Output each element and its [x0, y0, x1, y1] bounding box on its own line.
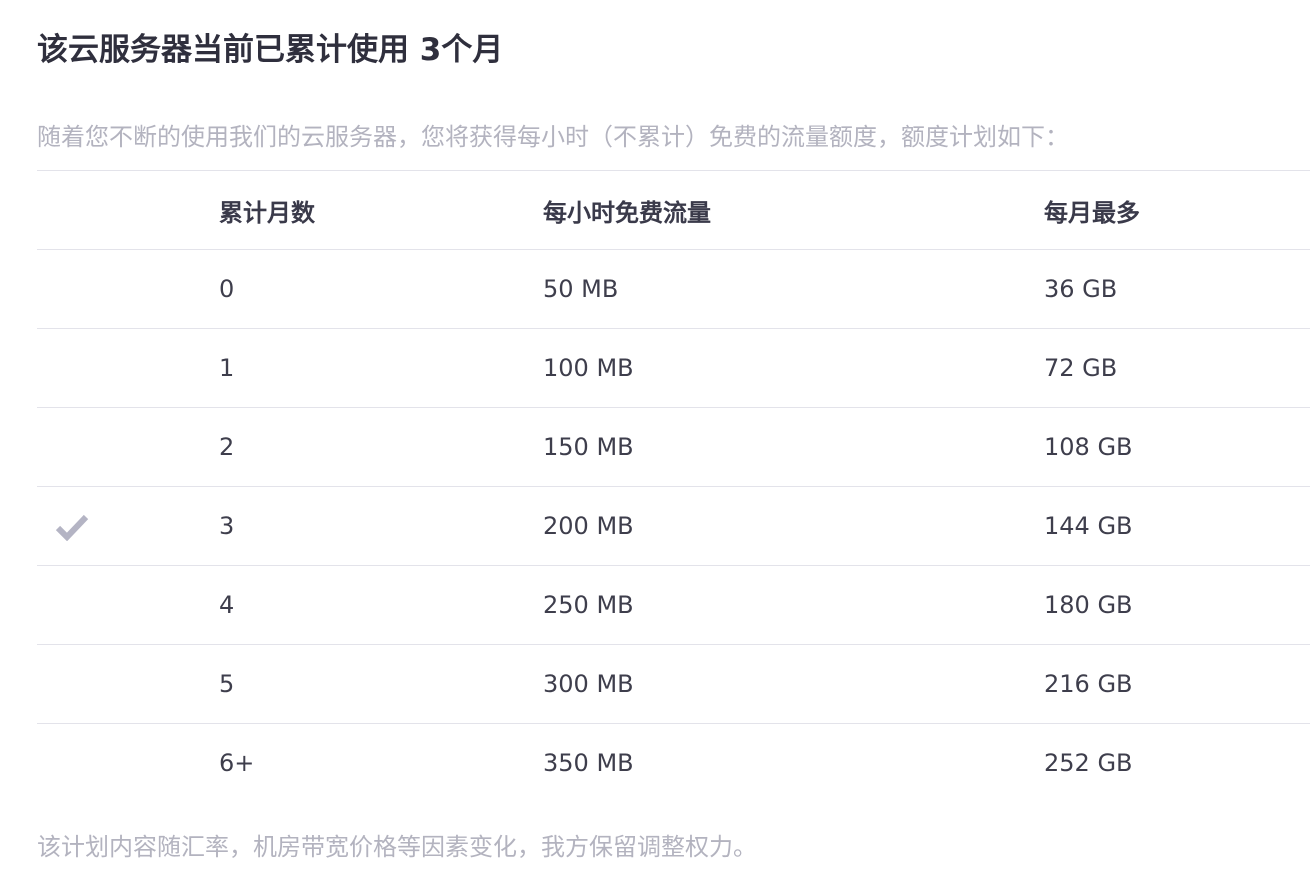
cell-monthly-max: 144 GB — [1044, 486, 1310, 566]
table-row: 0 50 MB 36 GB — [37, 249, 1310, 329]
header-months: 累计月数 — [219, 170, 543, 250]
footnote-text: 该计划内容随汇率，机房带宽价格等因素变化，我方保留调整权力。 — [37, 833, 757, 861]
cell-monthly-max: 180 GB — [1044, 565, 1310, 645]
cell-monthly-max: 216 GB — [1044, 644, 1310, 724]
cell-months: 5 — [219, 644, 543, 724]
check-icon — [55, 513, 89, 541]
current-indicator-cell — [37, 328, 219, 408]
traffic-plan-table: 累计月数 每小时免费流量 每月最多 0 50 MB 36 GB 1 100 MB… — [37, 170, 1310, 802]
header-monthly-max: 每月最多 — [1044, 170, 1310, 250]
cell-hourly-traffic: 300 MB — [543, 644, 1044, 724]
page-title: 该云服务器当前已累计使用 3个月 — [37, 32, 504, 68]
table-header-row: 累计月数 每小时免费流量 每月最多 — [37, 170, 1310, 250]
cell-monthly-max: 72 GB — [1044, 328, 1310, 408]
cell-hourly-traffic: 200 MB — [543, 486, 1044, 566]
table-row: 2 150 MB 108 GB — [37, 407, 1310, 487]
current-indicator-cell — [37, 249, 219, 329]
current-indicator-cell — [37, 644, 219, 724]
current-indicator-cell — [37, 407, 219, 487]
cell-months: 1 — [219, 328, 543, 408]
cell-monthly-max: 36 GB — [1044, 249, 1310, 329]
current-indicator-cell — [37, 486, 219, 566]
header-hourly-traffic: 每小时免费流量 — [543, 170, 1044, 250]
cell-monthly-max: 108 GB — [1044, 407, 1310, 487]
cell-months: 3 — [219, 486, 543, 566]
intro-text: 随着您不断的使用我们的云服务器，您将获得每小时（不累计）免费的流量额度，额度计划… — [37, 123, 1069, 151]
header-current-indicator — [37, 170, 219, 250]
cell-hourly-traffic: 150 MB — [543, 407, 1044, 487]
cell-hourly-traffic: 350 MB — [543, 723, 1044, 802]
cell-months: 6+ — [219, 723, 543, 802]
cell-hourly-traffic: 250 MB — [543, 565, 1044, 645]
current-indicator-cell — [37, 565, 219, 645]
cell-hourly-traffic: 100 MB — [543, 328, 1044, 408]
table-row: 6+ 350 MB 252 GB — [37, 723, 1310, 802]
cell-monthly-max: 252 GB — [1044, 723, 1310, 802]
cell-months: 2 — [219, 407, 543, 487]
check-icon-path — [55, 514, 89, 541]
cell-months: 4 — [219, 565, 543, 645]
current-indicator-cell — [37, 723, 219, 802]
table-row: 5 300 MB 216 GB — [37, 644, 1310, 724]
table-row-current: 3 200 MB 144 GB — [37, 486, 1310, 566]
table-row: 4 250 MB 180 GB — [37, 565, 1310, 645]
cell-hourly-traffic: 50 MB — [543, 249, 1044, 329]
table-row: 1 100 MB 72 GB — [37, 328, 1310, 408]
cell-months: 0 — [219, 249, 543, 329]
